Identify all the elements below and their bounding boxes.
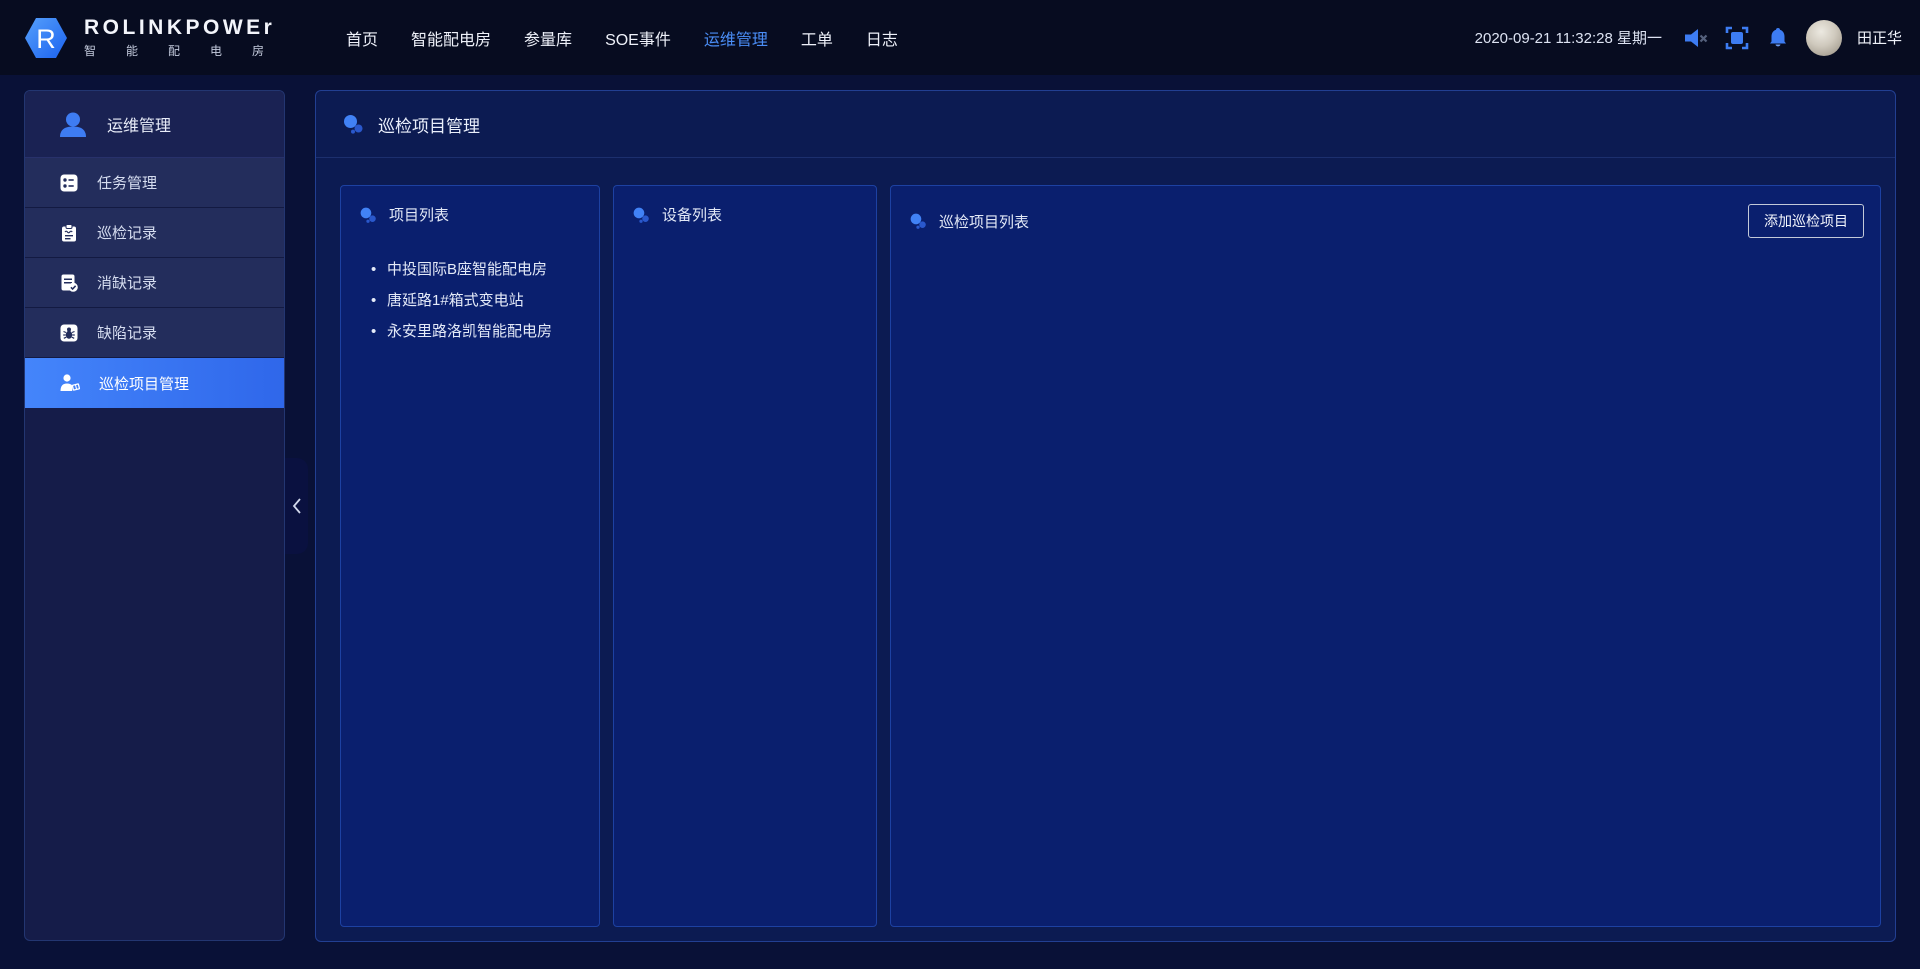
chevron-left-icon: [292, 498, 301, 514]
defect-record-icon: [60, 324, 78, 341]
inspection-record-icon: [62, 223, 76, 241]
nav-item-ops[interactable]: 运维管理: [704, 26, 768, 50]
dots-icon: [360, 207, 376, 223]
panel-title: 巡检项目列表: [939, 213, 1030, 231]
inspection-project-icon: [60, 374, 81, 391]
dots-icon: [910, 213, 926, 229]
dots-icon: [344, 115, 363, 134]
panel-title: 项目列表: [389, 207, 450, 224]
dots-icon: [633, 207, 649, 223]
sidebar: 运维管理 任务管理 巡检记录 消缺记录 缺陷记录 巡检项目管理: [24, 90, 285, 941]
nav-item-home[interactable]: 首页: [346, 26, 378, 50]
nav-item-rooms[interactable]: 智能配电房: [411, 26, 491, 50]
sidebar-item-inspection-project-management[interactable]: 巡检项目管理: [25, 358, 284, 408]
brand: R ROLINKPOWEr 智能配电房: [22, 14, 294, 62]
sidebar-header: 运维管理: [25, 91, 284, 158]
user-avatar[interactable]: [1805, 19, 1842, 56]
project-list-item[interactable]: 中投国际B座智能配电房: [371, 261, 599, 278]
add-inspection-project-button[interactable]: 添加巡检项目: [1748, 204, 1864, 238]
project-list-item[interactable]: 永安里路洛凯智能配电房: [371, 323, 599, 340]
datetime: 2020-09-21 11:32:28 星期一: [1474, 30, 1662, 47]
sidebar-header-label: 运维管理: [107, 118, 172, 135]
speaker-muted-icon[interactable]: [1683, 26, 1709, 50]
user-icon: [60, 112, 86, 137]
username[interactable]: 田正华: [1857, 27, 1902, 48]
nav-item-soe[interactable]: SOE事件: [605, 26, 671, 50]
nav-item-logs[interactable]: 日志: [866, 26, 898, 50]
brand-subtitle: 智能配电房: [84, 43, 295, 58]
nav-item-workorder[interactable]: 工单: [801, 26, 833, 50]
sidebar-item-label: 巡检项目管理: [99, 375, 190, 393]
project-list-panel: 项目列表 中投国际B座智能配电房 唐延路1#箱式变电站 永安里路洛凯智能配电房: [340, 185, 600, 927]
main-content: 巡检项目管理 项目列表 中投国际B座智能配电房 唐延路1#箱式变电站 永安里路洛…: [315, 90, 1896, 942]
panel-title: 设备列表: [662, 207, 723, 224]
sidebar-collapse-toggle[interactable]: [285, 458, 308, 554]
project-list-item[interactable]: 唐延路1#箱式变电站: [371, 292, 599, 309]
fullscreen-icon[interactable]: [1724, 26, 1750, 50]
sidebar-item-inspection-records[interactable]: 巡检记录: [25, 208, 284, 258]
bell-icon[interactable]: [1765, 26, 1791, 50]
sidebar-item-label: 消缺记录: [97, 275, 158, 292]
sidebar-item-label: 任务管理: [97, 175, 158, 192]
page-title: 巡检项目管理: [378, 116, 480, 136]
device-list-panel: 设备列表: [613, 185, 877, 927]
sidebar-item-task-management[interactable]: 任务管理: [25, 158, 284, 208]
sidebar-item-defect-records[interactable]: 缺陷记录: [25, 308, 284, 358]
sidebar-item-label: 巡检记录: [97, 225, 158, 242]
inspection-project-list-panel: 巡检项目列表 添加巡检项目: [890, 185, 1881, 927]
logo-icon: R: [25, 17, 67, 58]
defect-clear-icon: [61, 274, 78, 292]
panels-row: 项目列表 中投国际B座智能配电房 唐延路1#箱式变电站 永安里路洛凯智能配电房 …: [316, 159, 1895, 941]
page-header: 巡检项目管理: [316, 91, 1895, 158]
brand-name: ROLINKPOWEr: [84, 15, 276, 39]
topbar: R ROLINKPOWEr 智能配电房 首页 智能配电房 参量库 SOE事件 运…: [0, 0, 1920, 75]
project-list: 中投国际B座智能配电房 唐延路1#箱式变电站 永安里路洛凯智能配电房: [341, 261, 599, 340]
sidebar-item-defect-clearing-records[interactable]: 消缺记录: [25, 258, 284, 308]
nav-item-params[interactable]: 参量库: [524, 26, 572, 50]
svg-text:R: R: [36, 24, 56, 54]
topbar-right: 2020-09-21 11:32:28 星期一 田正华: [1475, 0, 1902, 75]
task-icon: [60, 174, 78, 191]
sidebar-item-label: 缺陷记录: [97, 325, 158, 342]
main-nav: 首页 智能配电房 参量库 SOE事件 运维管理 工单 日志: [346, 26, 898, 50]
